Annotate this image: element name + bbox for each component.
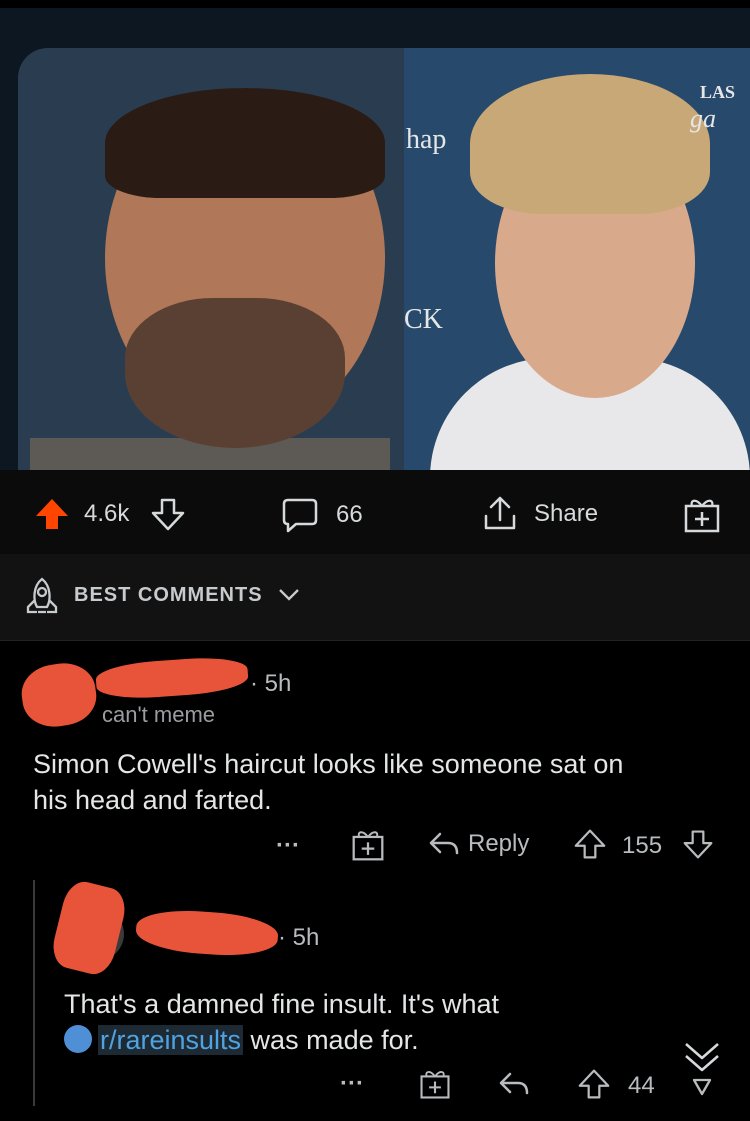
comments-button[interactable]: 66 bbox=[280, 496, 363, 534]
photo-right-hair bbox=[470, 74, 710, 214]
comment-time: · 5h bbox=[250, 670, 292, 697]
redaction-mark bbox=[48, 877, 130, 979]
downvote-button[interactable] bbox=[682, 828, 714, 860]
upvote-icon bbox=[574, 828, 606, 860]
top-strip bbox=[0, 0, 750, 8]
award-icon bbox=[350, 828, 386, 862]
award-button[interactable] bbox=[418, 1068, 452, 1100]
comment-sort-bar[interactable]: BEST COMMENTS bbox=[0, 554, 750, 641]
sort-label: BEST COMMENTS bbox=[74, 584, 263, 606]
redaction-mark bbox=[94, 654, 250, 702]
reply-icon bbox=[498, 1070, 530, 1098]
upvote-button[interactable] bbox=[34, 496, 70, 532]
comment-text-line: his head and farted. bbox=[33, 785, 272, 815]
photo-bg-text-2: CK bbox=[404, 304, 443, 335]
photo-bg-text: hap bbox=[406, 124, 447, 155]
collapse-button[interactable] bbox=[682, 1040, 722, 1104]
downvote-icon bbox=[150, 496, 186, 532]
comments-count: 66 bbox=[336, 501, 363, 528]
reply-label: Reply bbox=[468, 830, 530, 857]
photo-left-hair bbox=[105, 88, 385, 198]
downvote-icon bbox=[682, 828, 714, 860]
award-button[interactable] bbox=[682, 496, 722, 534]
reply-icon bbox=[428, 830, 460, 858]
rocket-icon bbox=[24, 576, 60, 616]
comment-score: 44 bbox=[628, 1072, 655, 1099]
collapse-icon bbox=[682, 1040, 722, 1104]
subreddit-icon bbox=[64, 1025, 92, 1053]
comment-icon bbox=[280, 496, 320, 534]
share-label: Share bbox=[534, 500, 599, 527]
award-icon bbox=[682, 496, 722, 534]
redaction-mark bbox=[18, 659, 100, 731]
more-options-button[interactable]: ··· bbox=[340, 1070, 364, 1098]
comment-text-line: Simon Cowell's haircut looks like someon… bbox=[33, 749, 624, 779]
downvote-button[interactable] bbox=[150, 496, 186, 532]
comment-text-line: That's a damned fine insult. It's what bbox=[64, 989, 500, 1019]
photo-logo-text-2: ga bbox=[690, 104, 716, 133]
comment-text-rest: was made for. bbox=[243, 1025, 419, 1055]
award-icon bbox=[418, 1068, 452, 1100]
post-action-bar: 4.6k 66 Share bbox=[0, 470, 750, 554]
photo-logo-text: LAS bbox=[700, 82, 736, 102]
thread-line[interactable] bbox=[33, 880, 35, 1106]
upvote-icon bbox=[34, 496, 70, 532]
comment-time: · 5h bbox=[278, 924, 320, 951]
upvote-icon bbox=[578, 1068, 610, 1100]
comment-score: 155 bbox=[622, 832, 663, 859]
redaction-mark bbox=[134, 907, 280, 959]
chevron-down-icon bbox=[278, 588, 300, 602]
post-image[interactable]: hap CK LAS ga bbox=[0, 8, 750, 470]
post-score: 4.6k bbox=[84, 500, 130, 527]
more-options-button[interactable]: ··· bbox=[276, 832, 300, 860]
share-icon bbox=[480, 494, 520, 534]
subreddit-link[interactable]: r/rareinsults bbox=[98, 1025, 244, 1055]
upvote-button[interactable] bbox=[578, 1068, 610, 1100]
photo-left-beard bbox=[125, 298, 345, 448]
comment-text-line-2: r/rareinsults was made for. bbox=[64, 1022, 419, 1058]
share-button[interactable]: Share bbox=[480, 494, 598, 534]
reply-button[interactable] bbox=[498, 1070, 530, 1098]
award-button[interactable] bbox=[350, 828, 386, 862]
upvote-button[interactable] bbox=[574, 828, 606, 860]
reply-button[interactable]: Reply bbox=[428, 830, 529, 858]
user-flair: can't meme bbox=[102, 702, 216, 727]
